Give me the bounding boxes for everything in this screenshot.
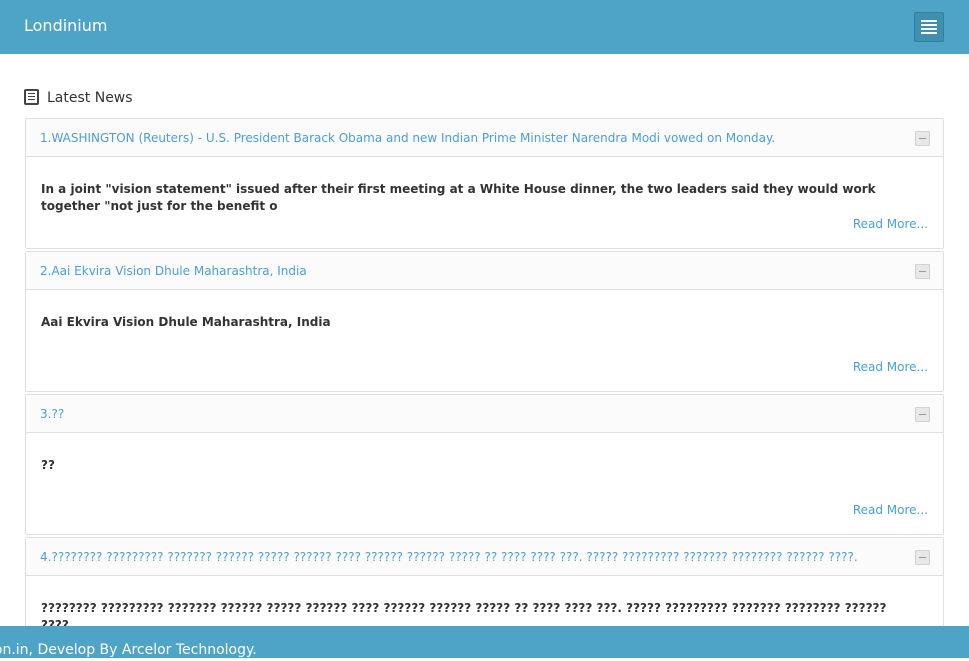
news-panel-heading: 1.WASHINGTON (Reuters) - U.S. President … [26, 119, 943, 157]
news-panel-body: Aai Ekvira Vision Dhule Maharashtra, Ind… [26, 290, 943, 391]
news-panel-heading: 4.???????? ????????? ??????? ?????? ????… [26, 538, 943, 576]
footer-credit: ion.in, Develop By Arcelor Technology. [0, 642, 257, 658]
footer-bar: ion.in, Develop By Arcelor Technology. [0, 626, 969, 658]
news-panel-heading: 2.Aai Ekvira Vision Dhule Maharashtra, I… [26, 252, 943, 290]
news-summary: Aai Ekvira Vision Dhule Maharashtra, Ind… [41, 315, 331, 329]
news-title-link[interactable]: 2.Aai Ekvira Vision Dhule Maharashtra, I… [40, 263, 307, 279]
menu-list-icon [921, 20, 937, 22]
news-title-link[interactable]: 4.???????? ????????? ??????? ?????? ????… [40, 549, 858, 565]
top-navbar: Londinium [0, 0, 969, 54]
news-panel-1: 1.WASHINGTON (Reuters) - U.S. President … [25, 118, 944, 249]
menu-toggle-button[interactable] [914, 12, 944, 42]
read-more-link[interactable]: Read More... [853, 359, 928, 375]
menu-line [921, 28, 937, 30]
news-panel-3: 3.?? ?? Read More... [25, 394, 944, 535]
news-panel-heading: 3.?? [26, 395, 943, 433]
news-summary: In a joint "vision statement" issued aft… [41, 182, 876, 213]
news-panel-body: ?? Read More... [26, 433, 943, 534]
news-panel-body: In a joint "vision statement" issued aft… [26, 157, 943, 248]
latest-news-heading: Latest News [24, 88, 133, 108]
news-title-link[interactable]: 3.?? [40, 406, 64, 422]
brand-title[interactable]: Londinium [24, 15, 107, 37]
menu-line [921, 32, 937, 34]
news-summary: ?? [41, 458, 55, 472]
collapse-minus-icon[interactable] [915, 407, 930, 422]
section-title-text: Latest News [47, 90, 133, 106]
news-list-icon [24, 89, 39, 105]
collapse-minus-icon[interactable] [915, 131, 930, 146]
read-more-link[interactable]: Read More... [853, 502, 928, 518]
read-more-link[interactable]: Read More... [853, 216, 928, 232]
collapse-minus-icon[interactable] [915, 550, 930, 565]
menu-line [921, 24, 937, 26]
news-title-link[interactable]: 1.WASHINGTON (Reuters) - U.S. President … [40, 130, 775, 146]
news-panel-2: 2.Aai Ekvira Vision Dhule Maharashtra, I… [25, 251, 944, 392]
collapse-minus-icon[interactable] [915, 264, 930, 279]
